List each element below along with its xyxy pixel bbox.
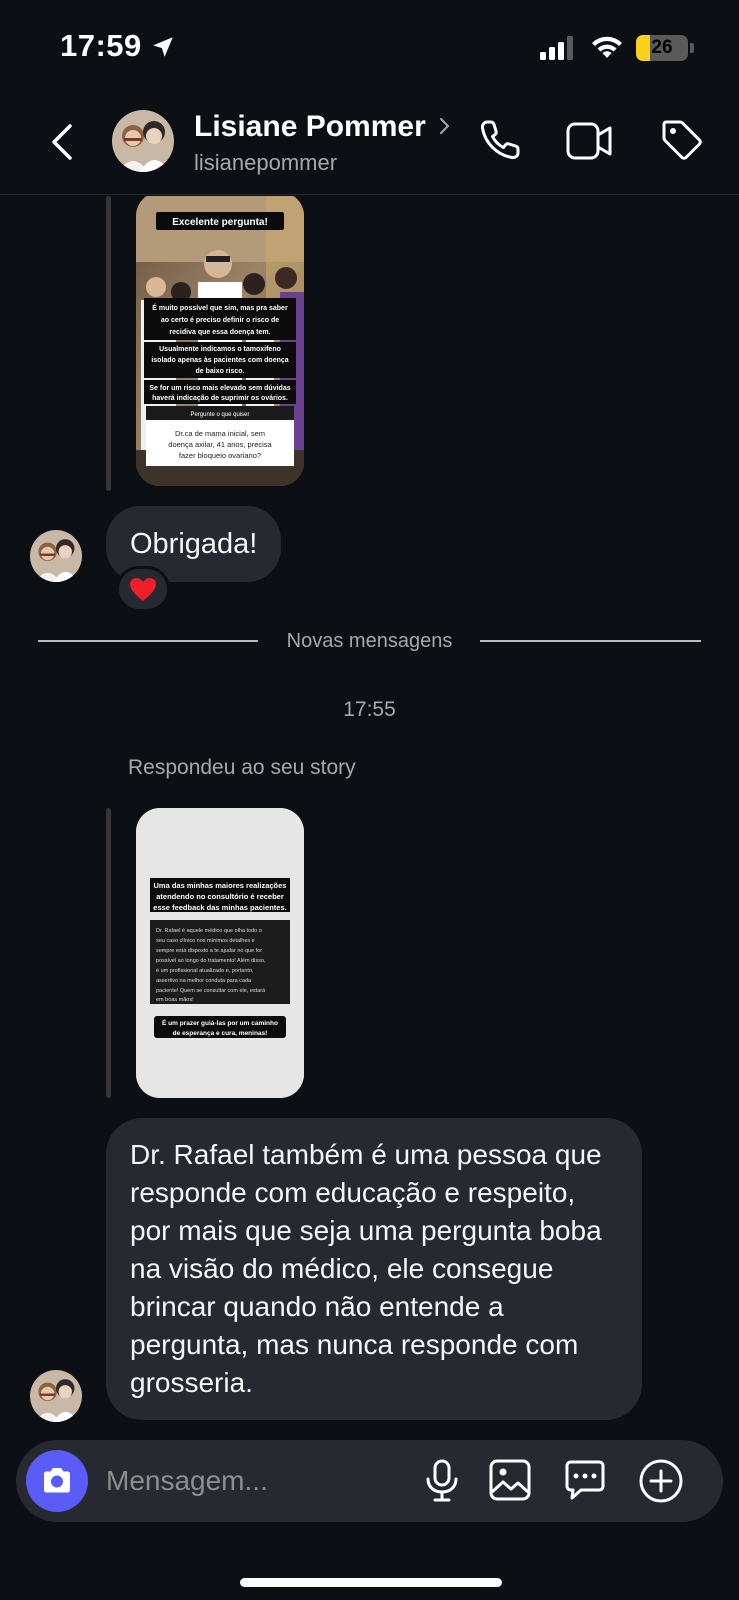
replied-to-story-label: Respondeu ao seu story bbox=[128, 756, 356, 779]
message-input[interactable]: Mensagem... bbox=[106, 1440, 268, 1522]
status-time: 17:59 bbox=[60, 28, 142, 63]
story-banner-text: Excelente pergunta! bbox=[172, 217, 268, 228]
story-text-line: haverá indicação de suprimir os ovários. bbox=[152, 395, 288, 402]
story-text-line: ao certo é preciso definir o risco de bbox=[161, 317, 279, 324]
story-quote-line: possível ao longo do tratamento! Além di… bbox=[156, 958, 266, 964]
battery-nub bbox=[690, 43, 694, 53]
battery-level-text: 26 bbox=[651, 37, 673, 58]
story-text-line: recidiva que essa doença tem. bbox=[169, 329, 270, 336]
story-footer-line: É um prazer guiá-las por um caminho bbox=[162, 1018, 278, 1027]
microphone-icon[interactable] bbox=[422, 1458, 462, 1504]
status-bar: 17:59 26 bbox=[0, 0, 739, 100]
wifi-icon bbox=[592, 36, 622, 58]
story-text-line: Se for um risco mais elevado sem dúvidas bbox=[149, 385, 290, 392]
chevron-right-icon[interactable] bbox=[438, 116, 452, 136]
sender-avatar[interactable] bbox=[30, 530, 82, 582]
story-title-line: atendendo no consultório é receber bbox=[156, 892, 284, 901]
story-quote-line: em boas mãos! bbox=[156, 997, 194, 1003]
story-title-line: Uma das minhas maiores realizações bbox=[154, 881, 287, 890]
story-quote-line: seu caso clínico nos mínimos detalhes e bbox=[156, 938, 255, 944]
sender-avatar[interactable] bbox=[30, 1370, 82, 1422]
story-quote-line: sempre está disposto a te ajudar no que … bbox=[156, 948, 262, 954]
story-text-line: É muito possível que sim, mas pra saber bbox=[152, 303, 288, 312]
heart-reaction[interactable] bbox=[116, 566, 170, 612]
tag-label-icon[interactable] bbox=[660, 118, 704, 162]
chat-thread: Excelente pergunta! É muito possível que… bbox=[0, 196, 739, 1440]
story-question-line: doença axilar, 41 anos, precisa bbox=[168, 440, 272, 449]
reply-thread-line bbox=[106, 808, 111, 1098]
story-quote-line: assertivo na melhor conduta para cada bbox=[156, 978, 252, 984]
message-composer: Mensagem... bbox=[16, 1440, 723, 1522]
chat-header: Lisiane Pommer lisianepommer bbox=[0, 100, 739, 195]
cellular-signal-icon bbox=[540, 36, 573, 60]
story-thumbnail[interactable]: Uma das minhas maiores realizações atend… bbox=[136, 808, 304, 1098]
reply-thread-line bbox=[106, 196, 111, 491]
story-text-line: isolado apenas às pacientes com doença bbox=[151, 357, 288, 364]
camera-icon bbox=[44, 1468, 70, 1493]
message-bubble[interactable]: Dr. Rafael também é uma pessoa que respo… bbox=[106, 1118, 642, 1420]
sticker-chat-icon[interactable] bbox=[563, 1458, 607, 1502]
story-quote-line: paciente! Quem se consultar com ele, est… bbox=[156, 988, 266, 994]
divider-line bbox=[480, 640, 701, 642]
story-thumbnail[interactable]: Excelente pergunta! É muito possível que… bbox=[136, 196, 304, 486]
story-footer-line: de esperança e cura, meninas! bbox=[173, 1030, 268, 1037]
camera-button[interactable] bbox=[26, 1450, 88, 1512]
story-quote-line: Dr. Rafael é aquele médico que olha todo… bbox=[156, 928, 262, 934]
contact-avatar[interactable] bbox=[112, 110, 174, 172]
battery-indicator: 26 bbox=[636, 35, 688, 61]
story-question-line: fazer bloqueio ovariano? bbox=[179, 451, 261, 460]
story-text-line: Usualmente indicamos o tamoxifeno bbox=[159, 346, 281, 353]
location-arrow-icon bbox=[153, 37, 173, 57]
add-plus-icon[interactable] bbox=[638, 1458, 684, 1504]
contact-username[interactable]: lisianepommer bbox=[194, 150, 337, 176]
story-question-header: Pergunte o que quiser bbox=[190, 412, 249, 418]
gallery-image-icon[interactable] bbox=[488, 1458, 532, 1502]
phone-call-icon[interactable] bbox=[478, 118, 522, 162]
story-title-line: esse feedback das minhas pacientes. bbox=[153, 903, 286, 912]
video-call-icon[interactable] bbox=[566, 120, 614, 162]
message-timestamp: 17:55 bbox=[343, 698, 396, 721]
heart-icon bbox=[130, 578, 156, 601]
home-indicator bbox=[240, 1578, 502, 1587]
new-messages-divider: Novas mensagens bbox=[38, 626, 701, 656]
contact-name[interactable]: Lisiane Pommer bbox=[194, 110, 426, 144]
back-chevron-icon[interactable] bbox=[44, 120, 84, 164]
story-text-line: de baixo risco. bbox=[195, 368, 244, 375]
story-quote-line: é um profissional atualizado e, portanto… bbox=[156, 968, 254, 974]
story-question-line: Dr.ca de mama inicial, sem bbox=[175, 429, 265, 438]
